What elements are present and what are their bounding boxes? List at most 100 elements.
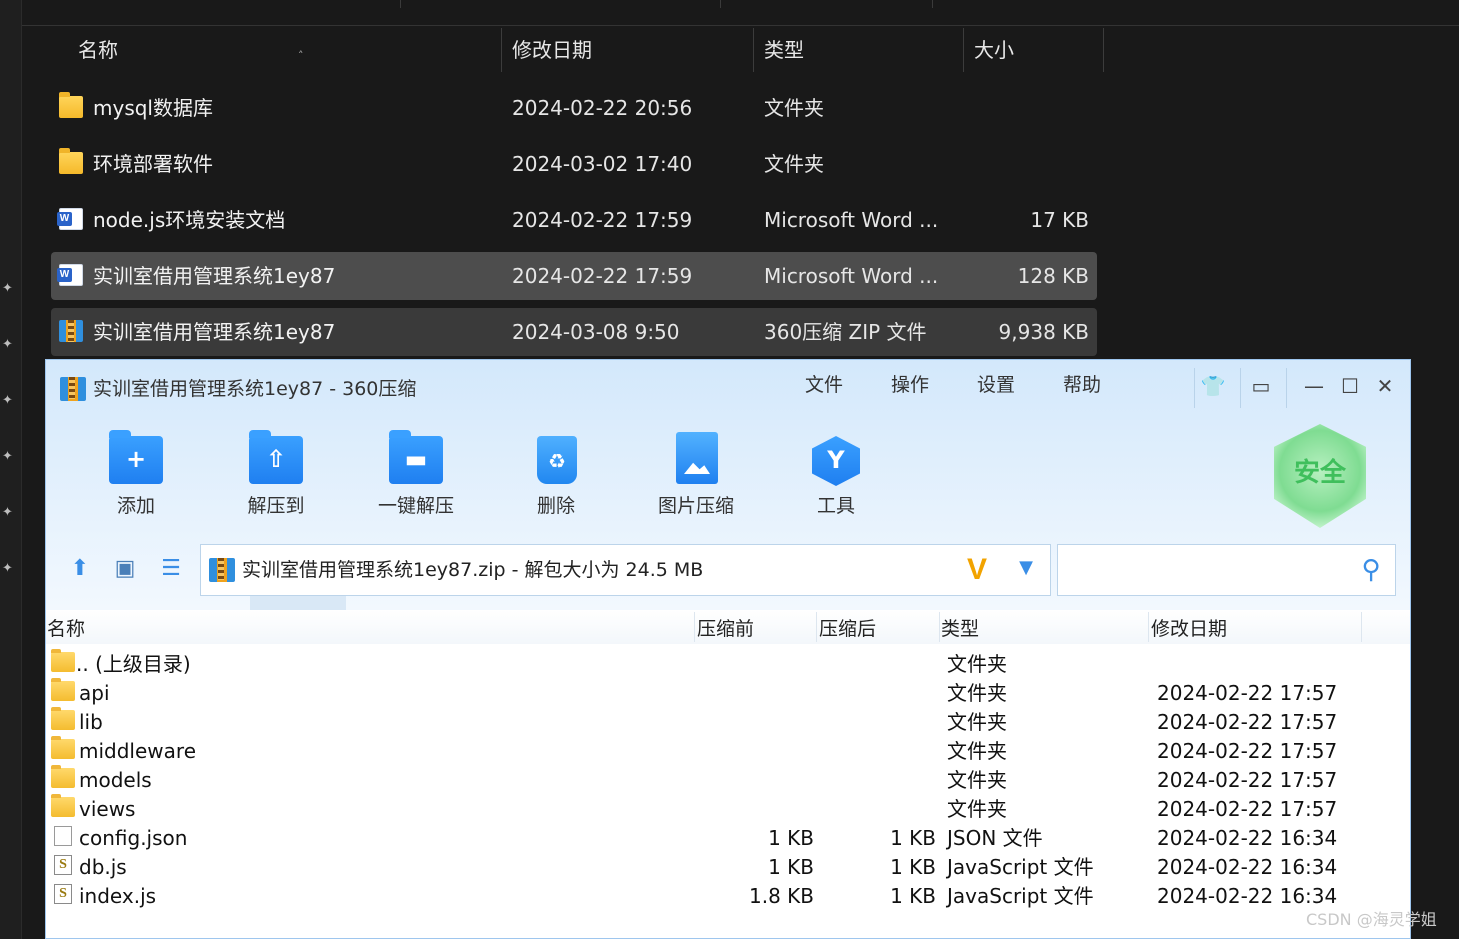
quick-access-strip: ✦ ✦ ✦ ✦ ✦ ✦ — [0, 0, 22, 939]
pin-icon[interactable]: ✦ — [2, 338, 16, 352]
file-date: 2024-03-08 9:50 — [512, 320, 680, 344]
one-click-extract-button[interactable]: ▬ 一键解压 — [356, 428, 476, 528]
list-view-icon[interactable]: ☰ — [157, 556, 185, 582]
entry-name: middleware — [79, 739, 196, 763]
explorer-row[interactable]: mysql数据库 2024-02-22 20:56 文件夹 — [51, 84, 1097, 132]
explorer-row-hover[interactable]: 实训室借用管理系统1ey87 2024-03-08 9:50 360压缩 ZIP… — [51, 308, 1097, 356]
zip-window-header: 实训室借用管理系统1ey87 - 360压缩 文件 操作 设置 帮助 👕 ▭ —… — [46, 360, 1410, 610]
folder-icon — [59, 92, 83, 118]
skin-shirt-icon[interactable]: 👕 — [1197, 370, 1229, 402]
tools-button[interactable]: Y 工具 — [776, 428, 896, 528]
file-size: 128 KB — [1017, 264, 1089, 288]
thumbnail-view-icon[interactable]: ▣ — [111, 556, 139, 582]
add-label: 添加 — [116, 495, 155, 517]
menu-settings[interactable]: 设置 — [977, 370, 1015, 400]
tools-label: 工具 — [816, 495, 855, 517]
file-name: 实训室借用管理系统1ey87 — [93, 320, 336, 344]
extract-to-icon: ⇧ — [249, 430, 303, 484]
image-compress-button[interactable]: 图片压缩 — [636, 428, 756, 528]
column-size[interactable]: 大小 — [964, 26, 1014, 74]
search-icon[interactable]: ⚲ — [1355, 554, 1387, 586]
pin-icon[interactable]: ✦ — [2, 562, 16, 576]
word-document-icon — [57, 264, 83, 286]
entry-name: db.js — [79, 855, 127, 879]
menu-operation[interactable]: 操作 — [891, 370, 929, 400]
folder-icon — [59, 148, 83, 174]
v-logo-icon[interactable]: V — [967, 553, 987, 587]
delete-button[interactable]: ♻ 删除 — [496, 428, 616, 528]
file-date: 2024-03-02 17:40 — [512, 152, 693, 176]
search-input[interactable]: ⚲ — [1057, 544, 1396, 596]
archive-row[interactable]: config.json 1 KB 1 KB JSON 文件 2024-02-22… — [46, 823, 1410, 852]
entry-name: config.json — [79, 826, 188, 850]
archive-row[interactable]: index.js 1.8 KB 1 KB JavaScript 文件 2024-… — [46, 881, 1410, 910]
archive-row[interactable]: views 文件夹 2024-02-22 17:57 — [46, 794, 1410, 823]
column-type[interactable]: 类型 — [754, 26, 804, 74]
maximize-button[interactable]: ☐ — [1334, 370, 1366, 402]
column-modified[interactable]: 修改日期 — [502, 26, 592, 74]
security-shield-icon[interactable]: 安全 — [1274, 424, 1366, 528]
entry-name: views — [79, 797, 136, 821]
extract-to-button[interactable]: ⇧ 解压到 — [216, 428, 336, 528]
explorer-row[interactable]: 环境部署软件 2024-03-02 17:40 文件夹 — [51, 140, 1097, 188]
address-bar[interactable]: 实训室借用管理系统1ey87.zip - 解包大小为 24.5 MB V ▼ — [200, 544, 1051, 596]
explorer-row[interactable]: node.js环境安装文档 2024-02-22 17:59 Microsoft… — [51, 196, 1097, 244]
extract-to-label: 解压到 — [247, 495, 305, 517]
tools-icon: Y — [812, 436, 860, 486]
menu-help[interactable]: 帮助 — [1063, 370, 1101, 400]
zip-archive-icon — [59, 320, 83, 342]
entry-type: JavaScript 文件 — [947, 855, 1094, 879]
entry-size-after: 1 KB — [890, 855, 936, 879]
feedback-icon[interactable]: ▭ — [1245, 370, 1277, 402]
entry-type: 文件夹 — [947, 710, 1007, 734]
pin-icon[interactable]: ✦ — [2, 282, 16, 296]
archive-row[interactable]: lib 文件夹 2024-02-22 17:57 — [46, 707, 1410, 736]
column-name[interactable]: 名称 — [68, 26, 118, 74]
up-folder-icon[interactable]: ⬆ — [66, 556, 94, 582]
archive-row[interactable]: middleware 文件夹 2024-02-22 17:57 — [46, 736, 1410, 765]
entry-date: 2024-02-22 17:57 — [1157, 768, 1338, 792]
scroll-tab — [250, 596, 346, 610]
one-click-extract-icon: ▬ — [389, 430, 443, 484]
folder-icon — [51, 678, 75, 701]
column-before[interactable]: 压缩前 — [697, 610, 754, 648]
folder-icon — [51, 649, 75, 672]
file-name: mysql数据库 — [93, 96, 213, 120]
close-button[interactable]: ✕ — [1369, 370, 1401, 402]
pin-icon[interactable]: ✦ — [2, 394, 16, 408]
file-size: 9,938 KB — [998, 320, 1089, 344]
archive-row-parent[interactable]: .. (上级目录) 文件夹 — [46, 649, 1410, 678]
menu-file[interactable]: 文件 — [805, 370, 843, 400]
file-date: 2024-02-22 17:59 — [512, 208, 693, 232]
column-name[interactable]: 名称 — [47, 610, 85, 648]
column-after[interactable]: 压缩后 — [819, 610, 876, 648]
column-type[interactable]: 类型 — [941, 610, 979, 648]
add-button[interactable]: + 添加 — [76, 428, 196, 528]
window-title: 实训室借用管理系统1ey87 - 360压缩 — [93, 378, 417, 400]
archive-row[interactable]: api 文件夹 2024-02-22 17:57 — [46, 678, 1410, 707]
column-modified[interactable]: 修改日期 — [1151, 610, 1227, 648]
address-text: 实训室借用管理系统1ey87.zip - 解包大小为 24.5 MB — [242, 559, 704, 581]
explorer-row-selected[interactable]: 实训室借用管理系统1ey87 2024-02-22 17:59 Microsof… — [51, 252, 1097, 300]
json-file-icon — [54, 826, 72, 846]
entry-type: JSON 文件 — [947, 826, 1043, 850]
chevron-down-icon[interactable]: ▼ — [1013, 555, 1039, 581]
one-click-extract-label: 一键解压 — [377, 495, 454, 517]
file-date: 2024-02-22 17:59 — [512, 264, 693, 288]
file-name: node.js环境安装文档 — [93, 208, 286, 232]
pin-icon[interactable]: ✦ — [2, 450, 16, 464]
entry-date: 2024-02-22 16:34 — [1157, 826, 1338, 850]
entry-type: 文件夹 — [947, 768, 1007, 792]
entry-name: .. (上级目录) — [76, 652, 191, 676]
file-type: Microsoft Word ... — [764, 264, 939, 288]
pin-icon[interactable]: ✦ — [2, 506, 16, 520]
entry-date: 2024-02-22 17:57 — [1157, 681, 1338, 705]
image-compress-label: 图片压缩 — [657, 495, 734, 517]
archive-row[interactable]: models 文件夹 2024-02-22 17:57 — [46, 765, 1410, 794]
minimize-button[interactable]: — — [1298, 370, 1330, 402]
zip-archive-window: 实训室借用管理系统1ey87 - 360压缩 文件 操作 设置 帮助 👕 ▭ —… — [45, 359, 1411, 939]
archive-row[interactable]: db.js 1 KB 1 KB JavaScript 文件 2024-02-22… — [46, 852, 1410, 881]
entry-type: 文件夹 — [947, 652, 1007, 676]
folder-icon — [51, 794, 75, 817]
file-type: 文件夹 — [764, 152, 824, 176]
